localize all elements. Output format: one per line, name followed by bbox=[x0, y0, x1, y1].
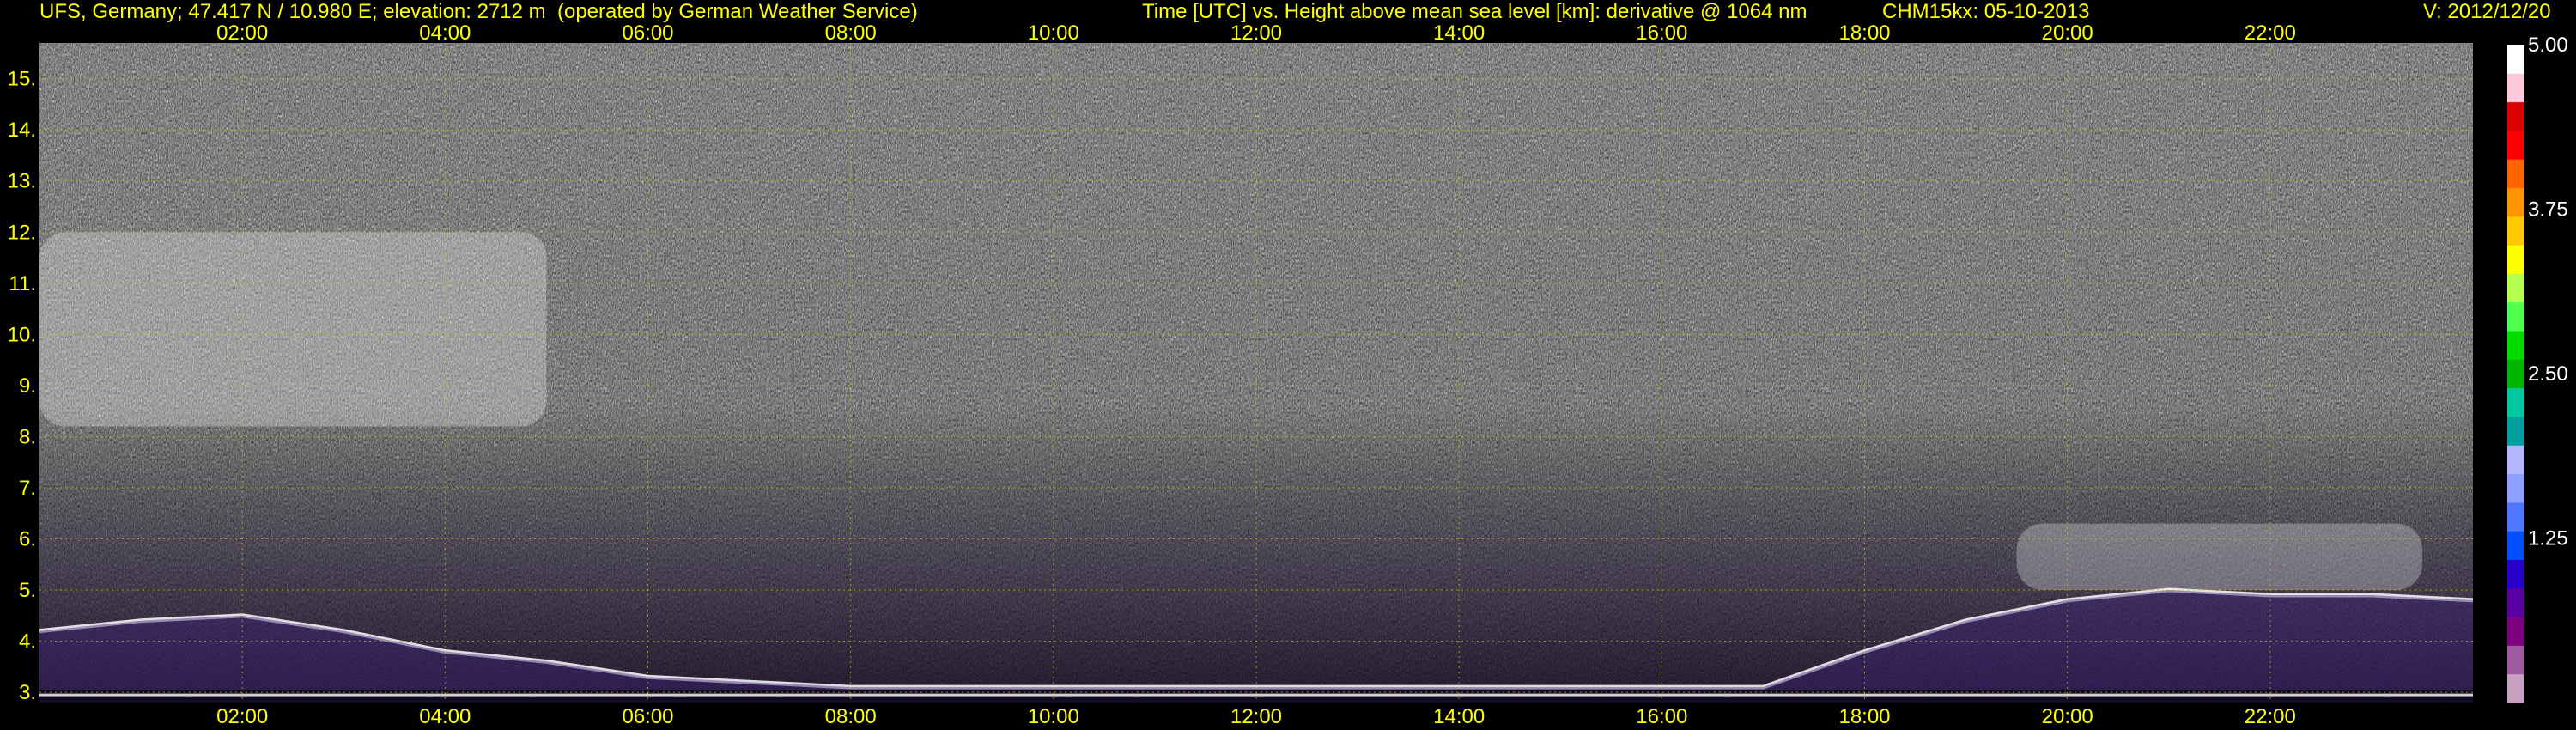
y-tick-label: 10. bbox=[8, 323, 36, 346]
x-tick-label-bottom: 18:00 bbox=[1838, 705, 1890, 728]
x-tick-label-top: 04:00 bbox=[419, 21, 471, 45]
x-tick-label-bottom: 08:00 bbox=[825, 705, 877, 728]
y-axis: 3. 4. 5. 6. 7. 8. 9. 10. 11. 12. 13. 14. 15. bbox=[8, 68, 36, 704]
x-tick-label-bottom: 04:00 bbox=[419, 705, 471, 728]
y-tick-label: 5. bbox=[19, 579, 36, 602]
y-tick-label: 9. bbox=[19, 374, 36, 398]
lidar-heatmap-chart: 02:00 04:00 06:00 08:00 10:00 12:00 14:00 16:00… bbox=[8, 21, 2568, 728]
colorbar-tick-label: 5.00 bbox=[2528, 33, 2568, 57]
colorbar-tick-label: 3.75 bbox=[2528, 198, 2568, 222]
y-tick-label: 13. bbox=[8, 170, 36, 193]
colorbar-segment bbox=[2507, 502, 2524, 532]
x-axis-bottom: 02:00 04:00 06:00 08:00 10:00 12:00 14:00 16:00… bbox=[216, 705, 2296, 728]
x-tick-label-bottom: 16:00 bbox=[1636, 705, 1687, 728]
colorbar-segment bbox=[2507, 216, 2524, 246]
x-tick-label-top: 02:00 bbox=[216, 21, 268, 45]
y-tick-label: 7. bbox=[19, 477, 36, 500]
x-tick-label-top: 20:00 bbox=[2042, 21, 2093, 45]
y-tick-label: 8. bbox=[19, 425, 36, 448]
x-tick-label-top: 16:00 bbox=[1636, 21, 1687, 45]
x-tick-label-bottom: 22:00 bbox=[2245, 705, 2296, 728]
x-tick-label-top: 18:00 bbox=[1838, 21, 1890, 45]
colorbar-segment bbox=[2507, 273, 2524, 303]
colorbar-segment bbox=[2507, 645, 2524, 675]
y-tick-label: 12. bbox=[8, 221, 36, 244]
x-axis-top: 02:00 04:00 06:00 08:00 10:00 12:00 14:00 16:00… bbox=[216, 21, 2296, 45]
y-tick-label: 3. bbox=[19, 681, 36, 704]
colorbar-segment bbox=[2507, 673, 2524, 703]
colorbar-segment bbox=[2507, 73, 2524, 103]
colorbar-tick-label: 2.50 bbox=[2528, 362, 2568, 386]
colorbar-segment bbox=[2507, 187, 2524, 217]
colorbar-segment bbox=[2507, 331, 2524, 360]
x-tick-label-top: 14:00 bbox=[1433, 21, 1485, 45]
colorbar-segment bbox=[2507, 159, 2524, 189]
colorbar-segment bbox=[2507, 387, 2524, 417]
y-tick-label: 6. bbox=[19, 527, 36, 551]
colorbar-segment bbox=[2507, 45, 2524, 74]
x-tick-label-top: 10:00 bbox=[1028, 21, 1079, 45]
x-tick-label-bottom: 14:00 bbox=[1433, 705, 1485, 728]
colorbar-segment bbox=[2507, 301, 2524, 332]
colorbar-segment bbox=[2507, 617, 2524, 646]
colorbar-tick-label: 1.25 bbox=[2528, 527, 2568, 551]
x-tick-label-top: 08:00 bbox=[825, 21, 877, 45]
y-tick-label: 11. bbox=[9, 272, 36, 295]
colorbar-segment bbox=[2507, 416, 2524, 446]
y-tick-label: 14. bbox=[8, 119, 36, 142]
x-tick-label-bottom: 10:00 bbox=[1028, 705, 1079, 728]
colorbar-segment bbox=[2507, 130, 2524, 160]
y-tick-label: 4. bbox=[19, 630, 36, 654]
x-tick-label-bottom: 20:00 bbox=[2042, 705, 2093, 728]
y-tick-label: 15. bbox=[8, 68, 36, 91]
colorbar-segment bbox=[2507, 359, 2524, 389]
x-tick-label-top: 12:00 bbox=[1230, 21, 1282, 45]
x-tick-label-top: 06:00 bbox=[622, 21, 673, 45]
x-tick-label-top: 22:00 bbox=[2245, 21, 2296, 45]
colorbar: 1.25 2.50 3.75 5.00 bbox=[2507, 33, 2568, 703]
colorbar-segment bbox=[2507, 245, 2524, 274]
colorbar-segment bbox=[2507, 101, 2524, 131]
x-tick-label-bottom: 06:00 bbox=[622, 705, 673, 728]
feature-cloud-layer bbox=[2016, 523, 2422, 591]
x-tick-label-bottom: 02:00 bbox=[216, 705, 268, 728]
colorbar-segment bbox=[2507, 587, 2524, 617]
x-tick-label-bottom: 12:00 bbox=[1230, 705, 1282, 728]
feature-cirrus-layer bbox=[39, 232, 547, 427]
colorbar-segment bbox=[2507, 531, 2524, 560]
colorbar-segment bbox=[2507, 559, 2524, 589]
colorbar-segment bbox=[2507, 445, 2524, 475]
colorbar-segment bbox=[2507, 473, 2524, 503]
